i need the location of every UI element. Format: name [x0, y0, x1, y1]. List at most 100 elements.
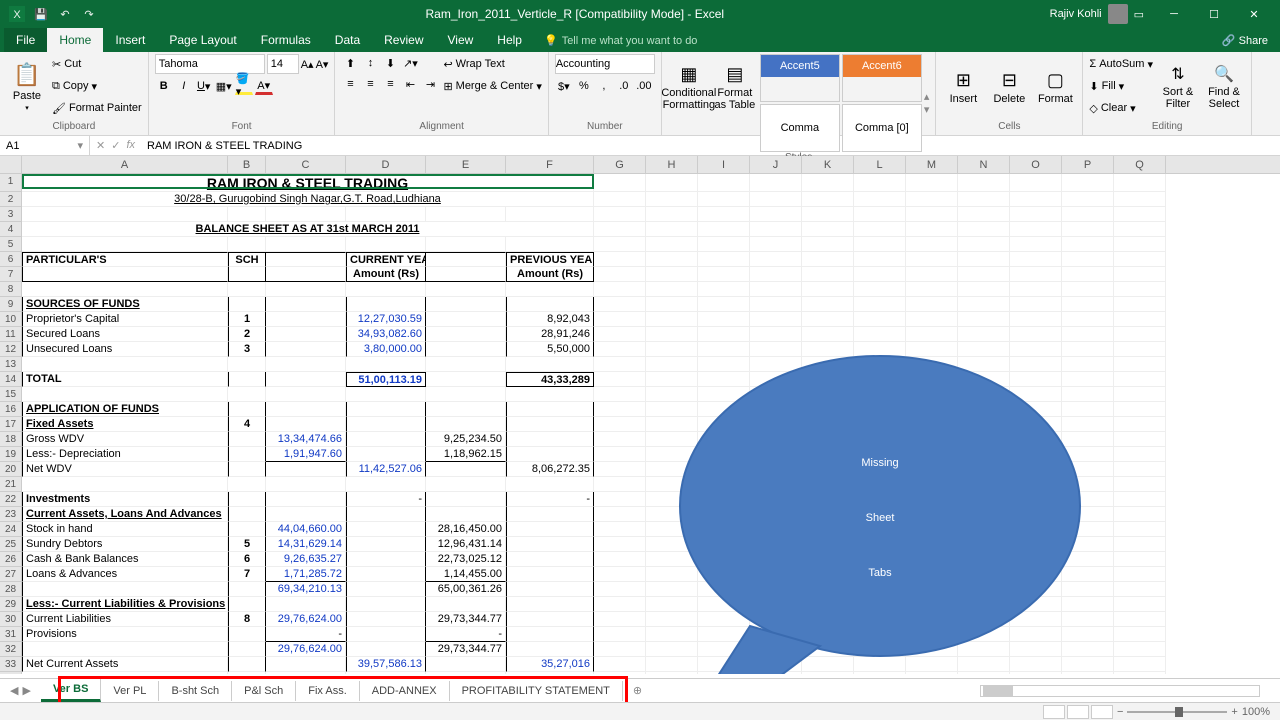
cell[interactable] — [646, 567, 698, 582]
cell[interactable] — [750, 267, 802, 282]
tab-nav-next-icon[interactable]: ▶ — [22, 684, 30, 697]
cell[interactable] — [802, 657, 854, 672]
cell[interactable] — [854, 462, 906, 477]
cell[interactable] — [750, 282, 802, 297]
cell[interactable] — [906, 174, 958, 192]
cell[interactable] — [594, 402, 646, 417]
row-header[interactable]: 27 — [0, 567, 22, 582]
cell[interactable]: Amount (Rs) — [346, 267, 426, 282]
cell[interactable] — [266, 417, 346, 432]
cell[interactable] — [506, 537, 594, 552]
cell[interactable] — [1062, 522, 1114, 537]
cell[interactable] — [958, 627, 1010, 642]
cell[interactable]: 2 — [228, 327, 266, 342]
cell[interactable] — [698, 657, 750, 672]
cell[interactable] — [854, 432, 906, 447]
fill-color-button[interactable]: 🪣▾ — [235, 77, 253, 95]
cell[interactable] — [506, 282, 594, 297]
cell[interactable] — [854, 507, 906, 522]
cell[interactable] — [802, 597, 854, 612]
cell[interactable] — [1062, 222, 1114, 237]
cell[interactable] — [266, 207, 346, 222]
cell[interactable] — [266, 462, 346, 477]
cell[interactable]: Fixed Assets — [22, 417, 228, 432]
cell[interactable] — [1114, 312, 1166, 327]
cell[interactable] — [266, 372, 346, 387]
cell[interactable] — [594, 672, 646, 674]
cell[interactable] — [228, 642, 266, 657]
cell[interactable]: CURRENT YEAR — [346, 252, 426, 267]
cell[interactable] — [22, 357, 228, 372]
cell[interactable] — [506, 417, 594, 432]
cell[interactable] — [1010, 267, 1062, 282]
font-name-input[interactable] — [155, 54, 265, 74]
cell[interactable]: Current Liabilities — [22, 612, 228, 627]
cell[interactable] — [906, 612, 958, 627]
cell[interactable] — [802, 492, 854, 507]
cell[interactable]: 7 — [228, 567, 266, 582]
cell[interactable] — [646, 552, 698, 567]
cell[interactable] — [958, 462, 1010, 477]
cell[interactable] — [594, 522, 646, 537]
cell[interactable] — [802, 267, 854, 282]
select-all-button[interactable] — [0, 156, 22, 173]
cell[interactable] — [750, 342, 802, 357]
cell[interactable] — [646, 657, 698, 672]
cell[interactable] — [698, 642, 750, 657]
cell[interactable] — [958, 342, 1010, 357]
cell[interactable]: Investments — [22, 492, 228, 507]
cell[interactable]: 1,91,947.60 — [266, 447, 346, 462]
cell[interactable] — [594, 597, 646, 612]
cell[interactable] — [750, 387, 802, 402]
cell[interactable] — [906, 642, 958, 657]
cell[interactable] — [646, 447, 698, 462]
cell[interactable] — [426, 357, 506, 372]
cell[interactable] — [750, 432, 802, 447]
cell[interactable] — [958, 432, 1010, 447]
cell[interactable] — [266, 342, 346, 357]
cell[interactable] — [1062, 507, 1114, 522]
cell[interactable]: 13,34,474.66 — [266, 432, 346, 447]
italic-button[interactable]: I — [175, 77, 193, 95]
tab-help[interactable]: Help — [485, 28, 534, 52]
cell[interactable] — [750, 552, 802, 567]
cell[interactable] — [750, 417, 802, 432]
cell[interactable] — [958, 507, 1010, 522]
cell[interactable] — [594, 627, 646, 642]
close-button[interactable]: ✕ — [1234, 0, 1274, 28]
cell[interactable] — [594, 447, 646, 462]
cell[interactable] — [750, 312, 802, 327]
worksheet-grid[interactable]: A B C D E F G H I J K L M N O P Q 1RAM I… — [0, 156, 1280, 674]
cell[interactable] — [1114, 537, 1166, 552]
col-header[interactable]: O — [1010, 156, 1062, 173]
cell[interactable]: SOURCES OF FUNDS — [22, 297, 228, 312]
sheet-tab[interactable]: ADD-ANNEX — [360, 681, 450, 701]
cell-styles-gallery[interactable]: Accent5 Comma Accent6 Comma [0] ▴▾ — [760, 54, 930, 152]
cell[interactable] — [346, 207, 426, 222]
cell[interactable] — [594, 417, 646, 432]
cell[interactable] — [1062, 192, 1114, 207]
col-header[interactable]: A — [22, 156, 228, 173]
cell[interactable]: 8,92,043 — [506, 312, 594, 327]
cell[interactable] — [906, 432, 958, 447]
cell[interactable] — [346, 522, 426, 537]
cell[interactable]: SCH — [228, 252, 266, 267]
cell[interactable] — [1010, 192, 1062, 207]
name-box[interactable]: A1 ▾ — [0, 136, 90, 155]
cell[interactable] — [906, 552, 958, 567]
align-bottom-icon[interactable]: ⬇ — [381, 54, 399, 72]
row-header[interactable]: 21 — [0, 477, 22, 492]
cell[interactable] — [854, 447, 906, 462]
cell[interactable]: 29,73,344.77 — [426, 612, 506, 627]
cell[interactable] — [1062, 252, 1114, 267]
cell[interactable] — [646, 342, 698, 357]
cell[interactable] — [594, 387, 646, 402]
cell[interactable] — [802, 612, 854, 627]
cell[interactable] — [906, 327, 958, 342]
cell[interactable] — [958, 567, 1010, 582]
cell[interactable] — [854, 522, 906, 537]
cell[interactable]: Cash & Bank Balances — [22, 552, 228, 567]
cell[interactable]: Proprietor's Capital — [22, 312, 228, 327]
sheet-tab[interactable]: P&l Sch — [232, 681, 296, 701]
cell[interactable] — [750, 672, 802, 674]
